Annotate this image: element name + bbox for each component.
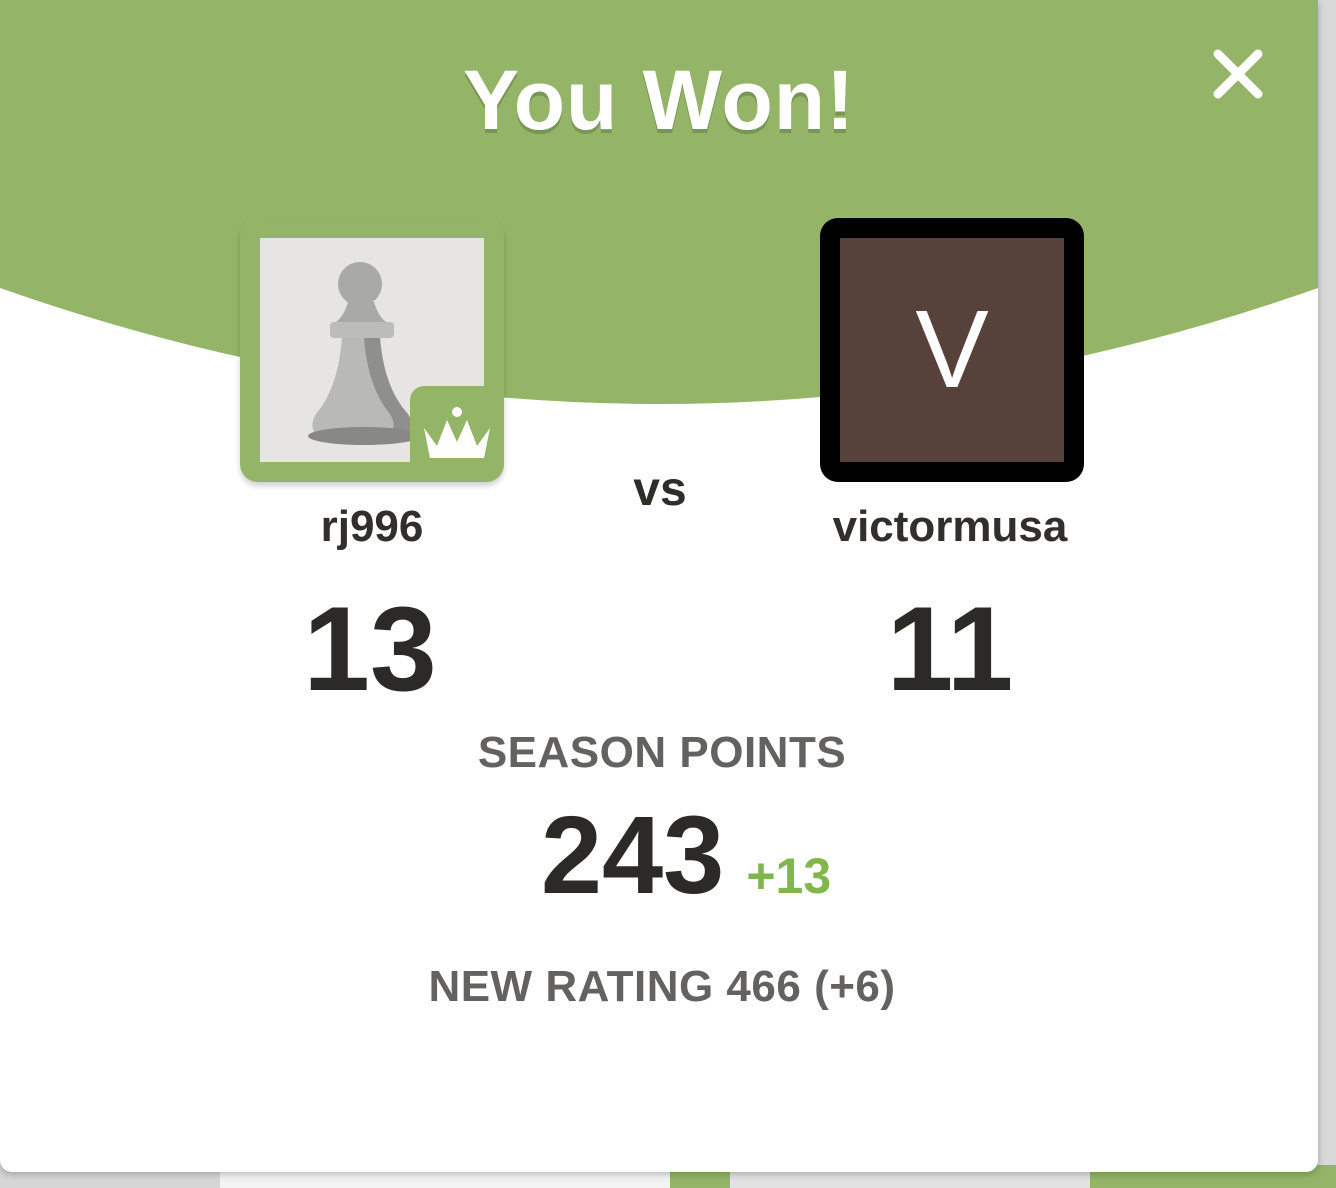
player-avatar-left[interactable] xyxy=(240,218,504,482)
player-score-left: 13 xyxy=(303,582,437,716)
player-avatar-right[interactable]: V xyxy=(820,218,1084,482)
player-username-right[interactable]: victormusa xyxy=(800,502,1100,552)
vs-label: vs xyxy=(633,463,687,516)
season-points-delta: +13 xyxy=(746,848,832,904)
season-points-value: 243 xyxy=(540,794,725,917)
crown-badge xyxy=(410,386,504,482)
result-title: You Won! xyxy=(462,53,856,147)
player-username-left[interactable]: rj996 xyxy=(252,502,492,552)
crown-icon xyxy=(424,407,490,458)
new-rating-text: NEW RATING 466 (+6) xyxy=(428,962,896,1011)
season-points-row: 243 +13 xyxy=(0,792,1318,919)
game-over-modal: You Won! V vs rj996 victormusa 13 11 SEA… xyxy=(0,0,1318,1172)
close-button[interactable] xyxy=(1204,40,1272,108)
season-points-label: SEASON POINTS xyxy=(477,728,847,777)
avatar-letter: V xyxy=(840,238,1064,462)
player-score-right: 11 xyxy=(886,582,1014,716)
close-icon xyxy=(1213,49,1263,99)
